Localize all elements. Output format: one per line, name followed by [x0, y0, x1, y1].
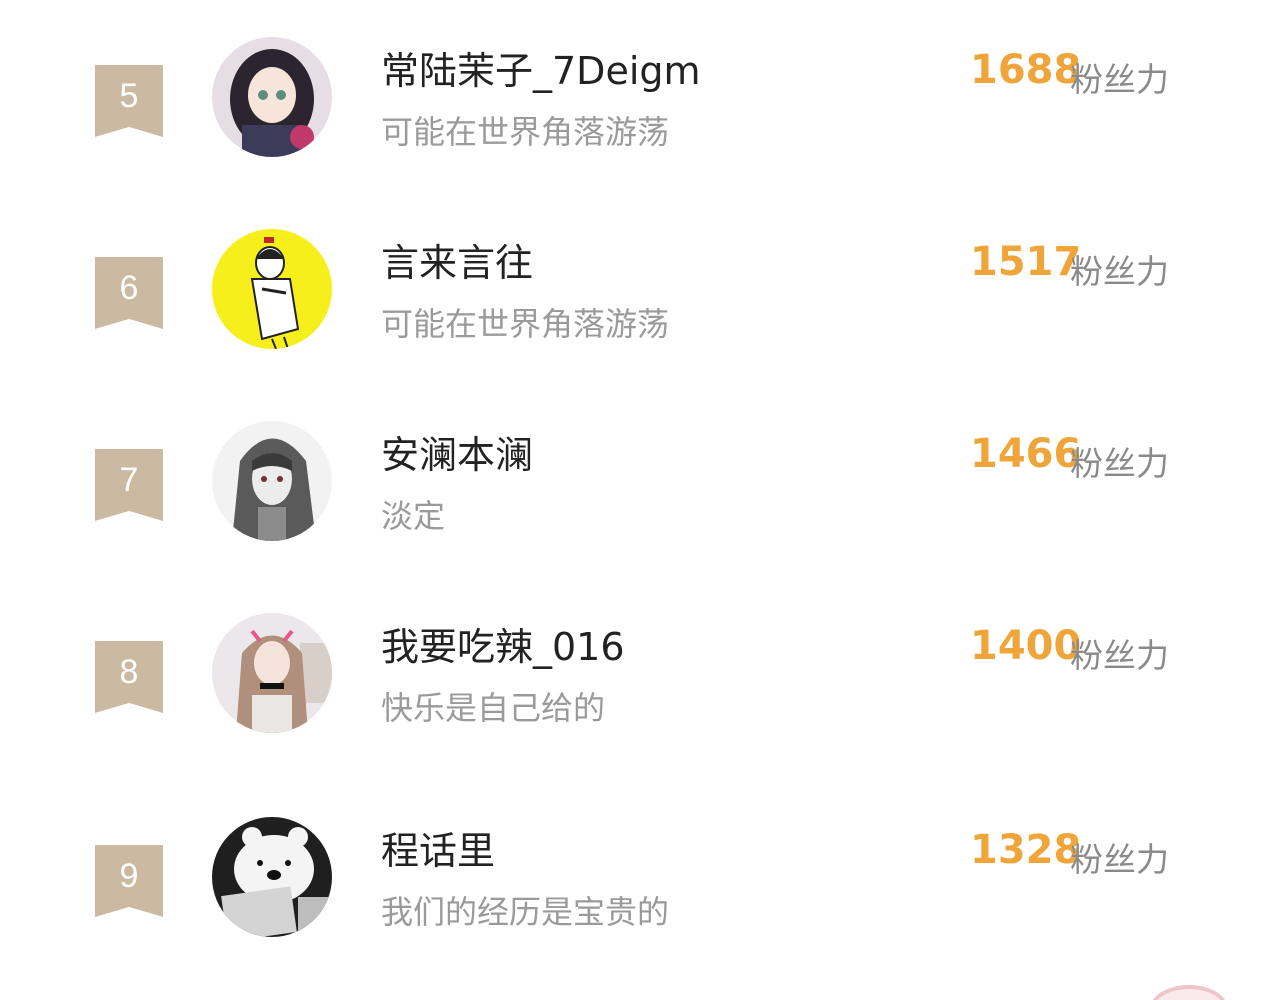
fan-score: 1400	[970, 623, 1082, 669]
fan-ranking-list: 5 常陆茉子_7Deigm 可能在世界角落游荡 1688 粉丝力 6 言来言往 …	[0, 0, 1280, 1000]
ranking-row[interactable]: 7 安澜本澜 淡定 1466 粉丝力	[0, 421, 1280, 599]
fan-score: 1688	[970, 47, 1082, 93]
user-name[interactable]: 常陆茉子_7Deigm	[381, 40, 701, 95]
yellow-cartoon-boy-avatar-icon[interactable]	[212, 229, 332, 349]
fan-score: 1517	[970, 239, 1082, 285]
user-signature: 我们的经历是宝贵的	[381, 893, 670, 931]
score-unit-label: 粉丝力	[1070, 60, 1169, 99]
robot-bear-avatar-icon[interactable]	[212, 817, 332, 937]
rank-badge: 6	[95, 257, 163, 329]
score-unit-label: 粉丝力	[1070, 840, 1169, 879]
ranking-row[interactable]: 6 言来言往 可能在世界角落游荡 1517 粉丝力	[0, 229, 1280, 407]
user-name[interactable]: 我要吃辣_016	[381, 616, 625, 671]
user-signature: 可能在世界角落游荡	[381, 113, 670, 151]
anime-girl-avatar-icon[interactable]	[212, 37, 332, 157]
user-name[interactable]: 安澜本澜	[381, 424, 533, 479]
ranking-row[interactable]: 8 我要吃辣_016 快乐是自己给的 1400 粉丝力	[0, 613, 1280, 791]
score-unit-label: 粉丝力	[1070, 252, 1169, 291]
ranking-row[interactable]: 5 常陆茉子_7Deigm 可能在世界角落游荡 1688 粉丝力	[0, 37, 1280, 215]
rank-badge: 5	[95, 65, 163, 137]
user-signature: 可能在世界角落游荡	[381, 305, 670, 343]
rank-badge: 8	[95, 641, 163, 713]
photo-girl-avatar-icon[interactable]	[212, 613, 332, 733]
score-unit-label: 粉丝力	[1070, 636, 1169, 675]
fan-score: 1466	[970, 431, 1082, 477]
ranking-row[interactable]: 9 程话里 我们的经历是宝贵的 1328 粉丝力	[0, 817, 1280, 995]
user-signature: 快乐是自己给的	[381, 689, 606, 727]
score-unit-label: 粉丝力	[1070, 444, 1169, 483]
fan-score: 1328	[970, 827, 1082, 873]
user-name[interactable]: 程话里	[381, 820, 495, 875]
user-name[interactable]: 言来言往	[381, 232, 533, 287]
grayscale-anime-avatar-icon[interactable]	[212, 421, 332, 541]
rank-badge: 9	[95, 845, 163, 917]
rank-badge: 7	[95, 449, 163, 521]
user-signature: 淡定	[381, 497, 446, 535]
